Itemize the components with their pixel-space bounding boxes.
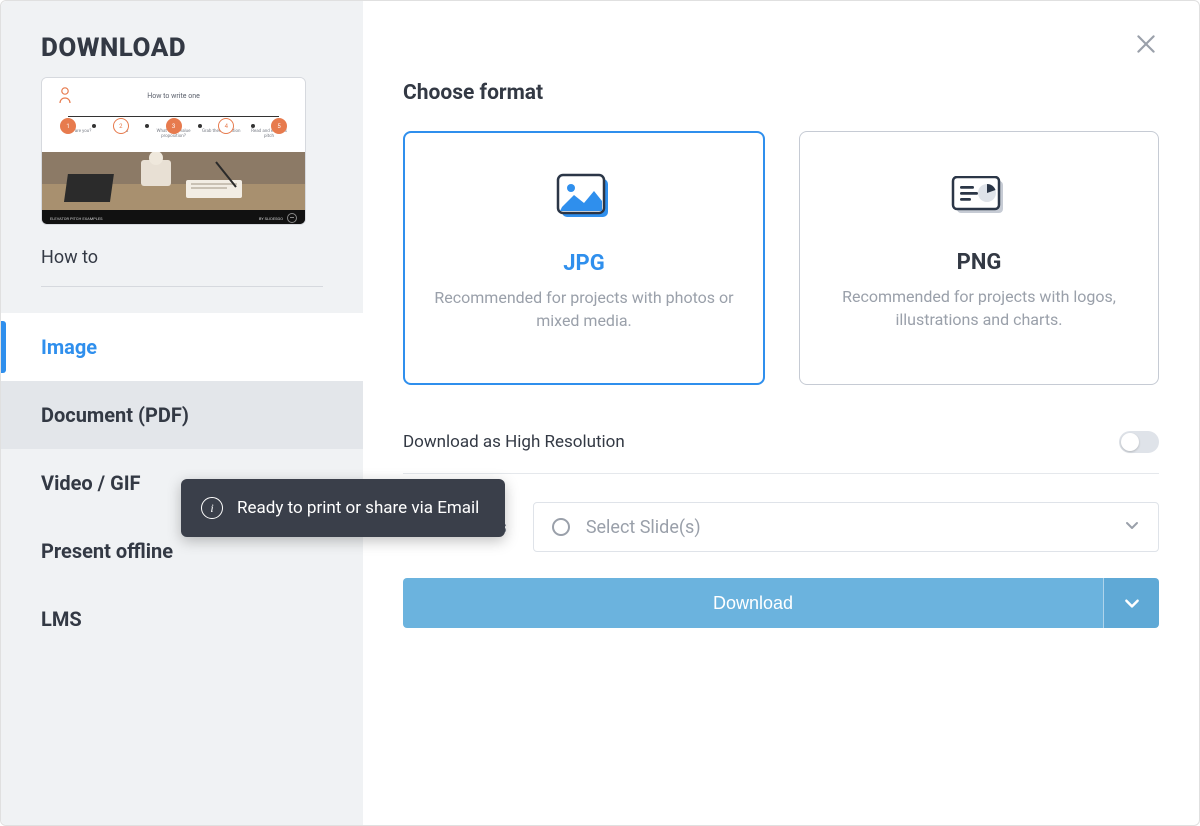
info-icon: i bbox=[201, 497, 223, 519]
project-thumbnail[interactable]: How to write one 1 2 3 4 5 Who a bbox=[41, 77, 306, 225]
project-name: How to bbox=[1, 235, 363, 286]
arrow-right-icon bbox=[287, 213, 297, 223]
choose-format-title: Choose format bbox=[403, 81, 1159, 105]
format-label-jpg: JPG bbox=[563, 251, 604, 276]
close-button[interactable] bbox=[1133, 31, 1159, 61]
step-1: 1 bbox=[60, 118, 76, 134]
document-chart-icon bbox=[951, 172, 1007, 220]
step-2: 2 bbox=[113, 118, 129, 134]
nav-item-image[interactable]: Image bbox=[1, 313, 363, 381]
format-desc-png: Recommended for projects with logos, ill… bbox=[829, 285, 1129, 331]
hires-label: Download as High Resolution bbox=[403, 432, 625, 452]
chevron-down-icon bbox=[1123, 594, 1141, 612]
download-options-button[interactable] bbox=[1103, 578, 1159, 628]
download-row: Download bbox=[403, 578, 1159, 628]
sidebar-title: DOWNLOAD bbox=[1, 1, 363, 77]
format-label-png: PNG bbox=[957, 250, 1002, 275]
hires-row: Download as High Resolution bbox=[403, 431, 1159, 453]
chevron-down-icon bbox=[1124, 517, 1140, 537]
select-placeholder: Select Slide(s) bbox=[586, 517, 1108, 538]
format-desc-jpg: Recommended for projects with photos or … bbox=[434, 286, 734, 332]
tooltip: i Ready to print or share via Email bbox=[181, 479, 505, 537]
nav-item-document[interactable]: Document (PDF) bbox=[1, 381, 363, 449]
tooltip-text: Ready to print or share via Email bbox=[237, 498, 479, 518]
sidebar: DOWNLOAD How to write one 1 2 3 bbox=[1, 1, 363, 825]
step-5: 5 bbox=[271, 118, 287, 134]
close-icon bbox=[1133, 31, 1159, 57]
toggle-knob bbox=[1121, 433, 1139, 451]
project-thumbnail-wrap: How to write one 1 2 3 4 5 Who a bbox=[1, 77, 363, 235]
main-panel: Choose format JPG Recommended for projec… bbox=[363, 1, 1199, 825]
image-icon bbox=[556, 173, 612, 221]
step-3: 3 bbox=[166, 118, 182, 134]
slides-row: All Slides Select Slide(s) bbox=[403, 502, 1159, 552]
hires-toggle[interactable] bbox=[1119, 431, 1159, 453]
thumb-inner-title: How to write one bbox=[42, 92, 305, 100]
nav-item-lms[interactable]: LMS bbox=[1, 585, 363, 653]
download-modal: DOWNLOAD How to write one 1 2 3 bbox=[0, 0, 1200, 826]
format-cards: JPG Recommended for projects with photos… bbox=[403, 131, 1159, 385]
format-card-png[interactable]: PNG Recommended for projects with logos,… bbox=[799, 131, 1159, 385]
select-slides-dropdown[interactable]: Select Slide(s) bbox=[533, 502, 1159, 552]
radio-icon bbox=[552, 518, 570, 536]
format-card-jpg[interactable]: JPG Recommended for projects with photos… bbox=[403, 131, 765, 385]
download-button[interactable]: Download bbox=[403, 578, 1103, 628]
divider bbox=[403, 473, 1159, 474]
